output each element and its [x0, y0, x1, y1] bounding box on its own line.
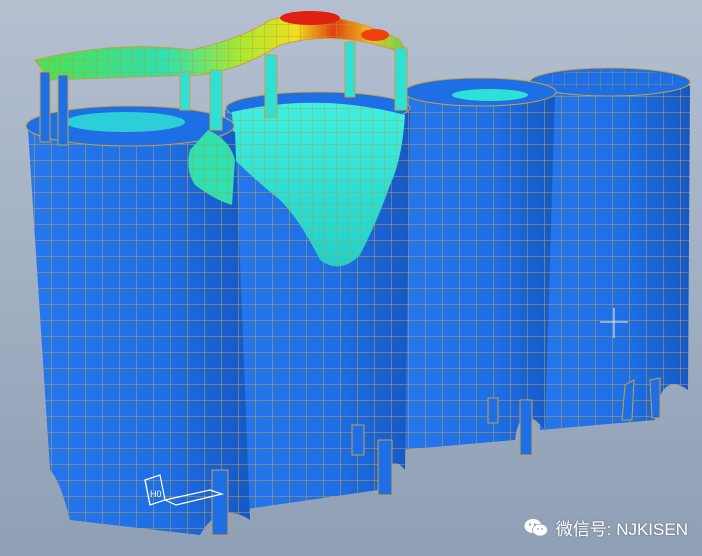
watermark: 微信号: NJKISEN — [524, 515, 688, 540]
silo-2 — [225, 91, 411, 510]
watermark-text: 微信号: NJKISEN — [555, 520, 688, 539]
wechat-icon — [524, 518, 548, 536]
viewport: H0 微信号: NJKISEN — [0, 0, 702, 556]
silo-3 — [400, 77, 557, 456]
silo-1 — [25, 105, 250, 536]
fe-model-scene: H0 — [0, 0, 702, 556]
svg-text:H0: H0 — [150, 489, 162, 499]
